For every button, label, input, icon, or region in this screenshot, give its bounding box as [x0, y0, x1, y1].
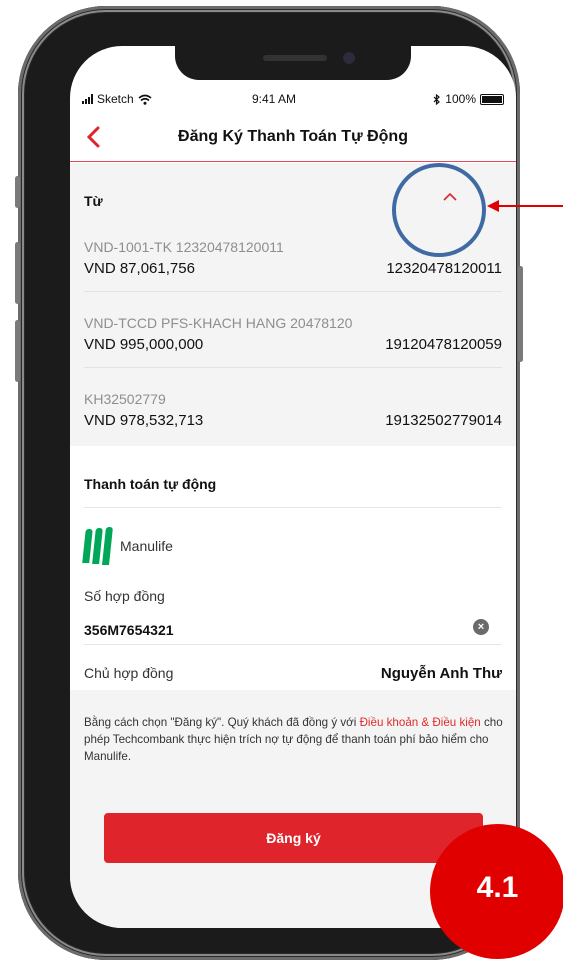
account-item[interactable]: VND-TCCD PFS-KHACH HANG 20478120 VND 995…: [84, 315, 502, 353]
contract-number-input[interactable]: [84, 618, 482, 642]
power-button: [518, 266, 523, 362]
auto-payment-title: Thanh toán tự động: [84, 476, 217, 492]
status-left: Sketch: [82, 92, 152, 106]
divider: [84, 507, 502, 508]
carrier-label: Sketch: [97, 92, 134, 106]
manulife-logo: Manulife: [82, 527, 173, 565]
contract-number-label: Số hợp đồng: [84, 588, 165, 604]
signal-icon: [82, 94, 93, 104]
manulife-logo-bar: [92, 528, 103, 564]
annotation-circle: [392, 163, 486, 257]
clear-icon[interactable]: ×: [473, 619, 489, 635]
stage: Sketch 9:41 AM 100% Đăng Ký Thanh Toán T…: [0, 0, 563, 969]
page-title: Đăng Ký Thanh Toán Tự Động: [178, 128, 408, 145]
volume-up-button: [15, 242, 20, 304]
terms-text: Bằng cách chọn "Đăng ký". Quý khách đã đ…: [84, 714, 506, 765]
speaker: [263, 55, 327, 61]
front-camera: [343, 52, 355, 64]
account-balance: VND 995,000,000: [84, 336, 204, 353]
nav-header: Đăng Ký Thanh Toán Tự Động: [70, 116, 516, 162]
contract-owner-value: Nguyễn Anh Thư: [380, 665, 502, 682]
account-number: 19132502779014: [385, 412, 502, 429]
battery-percent: 100%: [445, 92, 476, 106]
provider-name: Manulife: [120, 538, 173, 554]
account-name: VND-TCCD PFS-KHACH HANG 20478120: [84, 315, 353, 331]
volume-down-button: [15, 320, 20, 382]
annotation-arrow-icon: [487, 200, 563, 212]
manulife-logo-bar: [82, 529, 93, 563]
contract-owner-label: Chủ hợp đồng: [84, 665, 174, 681]
register-button[interactable]: Đăng ký: [104, 813, 483, 863]
account-name: KH32502779: [84, 391, 166, 407]
status-time: 9:41 AM: [252, 92, 297, 106]
from-label: Từ: [84, 193, 103, 209]
status-bar: Sketch 9:41 AM 100%: [70, 90, 516, 110]
account-item[interactable]: KH32502779 VND 978,532,713 1913250277901…: [84, 391, 502, 429]
divider: [84, 367, 502, 368]
terms-prefix: Bằng cách chọn "Đăng ký". Quý khách đã đ…: [84, 716, 360, 729]
manulife-logo-bar: [102, 527, 113, 565]
bluetooth-icon: [433, 93, 441, 105]
terms-link[interactable]: Điều khoản & Điều kiện: [360, 716, 481, 729]
divider: [84, 291, 502, 292]
account-balance: VND 87,061,756: [84, 260, 195, 277]
step-badge: 4.1: [430, 824, 563, 959]
input-underline: [84, 644, 502, 645]
notch: [175, 46, 411, 80]
mute-switch: [15, 176, 20, 208]
status-right: 100%: [433, 92, 504, 106]
battery-icon: [480, 93, 504, 105]
auto-payment-section: Thanh toán tự động Manulife Số hợp đồng …: [70, 446, 516, 690]
wifi-icon: [138, 94, 152, 105]
account-number: 12320478120011: [386, 260, 502, 277]
phone-frame: Sketch 9:41 AM 100% Đăng Ký Thanh Toán T…: [15, 6, 523, 960]
account-balance: VND 978,532,713: [84, 412, 204, 429]
account-number: 19120478120059: [385, 336, 502, 353]
